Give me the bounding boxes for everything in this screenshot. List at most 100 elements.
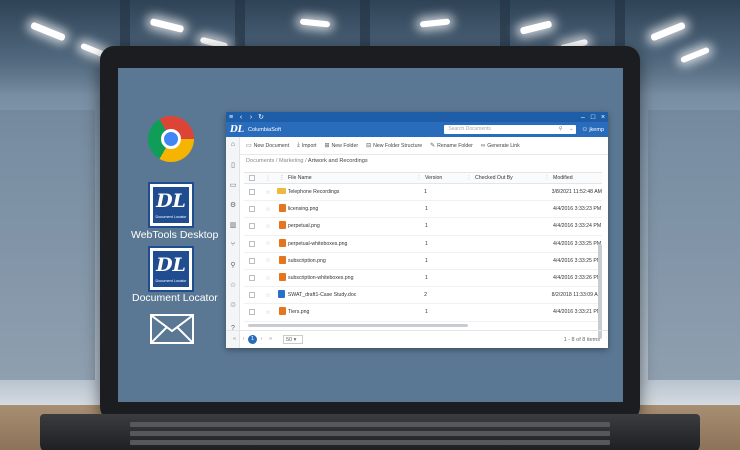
expand-sidebar-icon[interactable]: › [226, 349, 240, 356]
table-row[interactable]: ☆ perpetual-whiteboxes.png 1 4/4/2016 3:33:… [244, 236, 602, 253]
row-checkbox[interactable] [244, 189, 260, 196]
search-icon[interactable]: ⚲ [559, 125, 563, 134]
page-1-button[interactable]: 1 [248, 335, 257, 344]
import-button[interactable]: ⤓ Import [297, 142, 316, 149]
document-locator-label[interactable]: Document Locator [132, 292, 218, 304]
sidebar: ⌂ ▯ ▭ ⚙ ▥ ⑂ ⚲ ☆ ♲ ? › [226, 137, 240, 356]
column-header-version[interactable]: Version [422, 175, 466, 181]
new-folder-button[interactable]: ⊞ New Folder [325, 142, 359, 150]
table-row[interactable]: ☆ perpetual.png 1 4/4/2016 3:33:24 PM [244, 218, 602, 236]
row-checkbox[interactable] [244, 206, 260, 213]
search-input[interactable]: Search Documents ⚲ ⌄ [444, 125, 577, 134]
table-row[interactable]: ☆ Telephone Recordings 1 3/8/2021 11:52:48 … [244, 184, 602, 202]
column-header-file-name[interactable]: File Name [288, 175, 416, 181]
row-checkbox[interactable] [244, 257, 260, 264]
table-row[interactable]: ☆ licensing.png 1 4/4/2016 3:33:23 PM [244, 201, 602, 219]
star-icon[interactable]: ☆ [260, 240, 276, 247]
column-header-checked-out-by[interactable]: Checked Out By [472, 175, 544, 181]
star-icon[interactable]: ☆ [260, 292, 276, 299]
home-icon[interactable]: ⌂ [226, 141, 240, 148]
file-name[interactable]: Telephone Recordings [288, 189, 415, 195]
document-icon[interactable]: ▯ [226, 161, 240, 169]
app-logo: DL [230, 124, 245, 135]
inbox-icon[interactable]: ▭ [226, 181, 240, 189]
table-row[interactable]: ☆ subscription.png 1 4/4/2016 3:33:25 PM [244, 253, 602, 270]
last-page-button[interactable]: » [266, 335, 275, 344]
maximize-button[interactable]: □ [588, 114, 598, 121]
horizontal-scrollbar[interactable] [248, 324, 468, 327]
file-name[interactable]: perpetual.png [288, 223, 416, 229]
close-button[interactable]: × [598, 114, 608, 121]
structure-icon[interactable]: ⑂ [226, 241, 240, 248]
reports-icon[interactable]: ▥ [226, 221, 240, 229]
star-icon[interactable]: ☆ [260, 309, 276, 316]
row-checkbox[interactable] [244, 240, 260, 247]
user-name: jkemp [589, 126, 604, 133]
previous-page-button[interactable]: ‹ [239, 335, 248, 344]
refresh-icon[interactable]: ↻ [256, 113, 266, 121]
new-folder-structure-button[interactable]: ⊟ New Folder Structure [366, 142, 422, 150]
minimize-button[interactable]: – [578, 114, 588, 121]
webtools-desktop-label[interactable]: WebTools Desktop [131, 229, 218, 241]
breadcrumb-item[interactable]: Documents [246, 158, 274, 164]
row-checkbox[interactable] [244, 309, 260, 316]
first-page-button[interactable]: « [230, 335, 239, 344]
file-type-shape [278, 290, 286, 299]
star-icon[interactable]: ☆ [260, 275, 276, 282]
table-row[interactable]: ☆ subscription-whiteboxes.png 1 4/4/2016 3:… [244, 270, 602, 288]
user-menu[interactable]: ⚇ jkemp [582, 127, 604, 133]
breadcrumb-current: Artwork and Recordings [307, 158, 368, 164]
file-name[interactable]: licensing.png [288, 206, 416, 212]
mail-icon[interactable] [150, 314, 194, 344]
new-document-icon: ▭ [246, 143, 252, 149]
search-icon[interactable]: ⚲ [226, 261, 240, 269]
webtools-desktop-icon[interactable]: DL Document Locator [148, 182, 194, 228]
item-count: 1 - 8 of 8 items [563, 336, 600, 343]
back-icon[interactable]: ‹ [236, 114, 246, 121]
favorite-column-menu[interactable]: ⋮ [260, 175, 276, 182]
vertical-scrollbar[interactable] [598, 244, 602, 339]
workflow-icon[interactable]: ⚙ [226, 201, 240, 209]
star-icon[interactable]: ☆ [260, 223, 276, 230]
icon-column-menu[interactable]: ⋮ [276, 175, 288, 181]
row-checkbox[interactable] [244, 275, 260, 282]
modified-date: 8/2/2018 11:33:09 AM [551, 292, 602, 299]
new-folder-label: New Folder [331, 142, 359, 149]
file-version: 1 [425, 223, 428, 230]
favorites-icon[interactable]: ☆ [226, 281, 240, 289]
file-name[interactable]: SWAT_draft1-Case Study.doc [288, 292, 415, 298]
menu-icon[interactable]: ≡ [226, 114, 236, 121]
chrome-icon[interactable] [148, 116, 194, 162]
checkbox-box [248, 189, 255, 196]
chevron-down-icon[interactable]: ⌄ [569, 125, 573, 134]
new-document-button[interactable]: ▭ New Document [246, 142, 289, 150]
image-file-icon [276, 204, 288, 214]
file-name[interactable]: Tiers.png [288, 309, 416, 315]
forward-icon[interactable]: › [246, 114, 256, 121]
file-name[interactable]: perpetual-whiteboxes.png [288, 241, 416, 247]
table-row[interactable]: ☆ Tiers.png 1 4/4/2016 3:33:21 PM [244, 304, 602, 322]
file-type-shape [278, 221, 286, 230]
table-row[interactable]: ☆ SWAT_draft1-Case Study.doc 2 8/2/2018 11:… [244, 287, 602, 305]
generate-link-button[interactable]: ∞ Generate Link [481, 143, 520, 149]
star-icon[interactable]: ☆ [260, 257, 276, 264]
document-locator-window: ≡ ‹ › ↻ – □ × DL ColumbiaSoft Search Doc… [226, 112, 608, 356]
recycle-bin-icon[interactable]: ♲ [226, 301, 240, 309]
next-page-button[interactable]: › [257, 335, 266, 344]
select-all-checkbox[interactable] [244, 175, 260, 181]
file-name[interactable]: subscription-whiteboxes.png [288, 275, 416, 281]
rename-folder-button[interactable]: ✎ Rename Folder [430, 142, 473, 150]
column-header-modified[interactable]: Modified [550, 175, 602, 181]
star-icon[interactable]: ☆ [260, 189, 276, 196]
file-version: 1 [425, 206, 428, 213]
modified-date: 4/4/2016 3:33:24 PM [553, 223, 602, 230]
row-checkbox[interactable] [244, 223, 260, 230]
star-icon[interactable]: ☆ [260, 206, 276, 213]
file-name[interactable]: subscription.png [288, 258, 416, 264]
file-version: 1 [424, 189, 428, 196]
page-size-value: 50 [286, 337, 293, 343]
row-checkbox[interactable] [244, 292, 260, 299]
document-locator-icon[interactable]: DL Document Locator [148, 246, 194, 292]
breadcrumb-item[interactable]: Marketing [279, 158, 304, 164]
page-size-select[interactable]: 50 ▾ [283, 335, 303, 344]
